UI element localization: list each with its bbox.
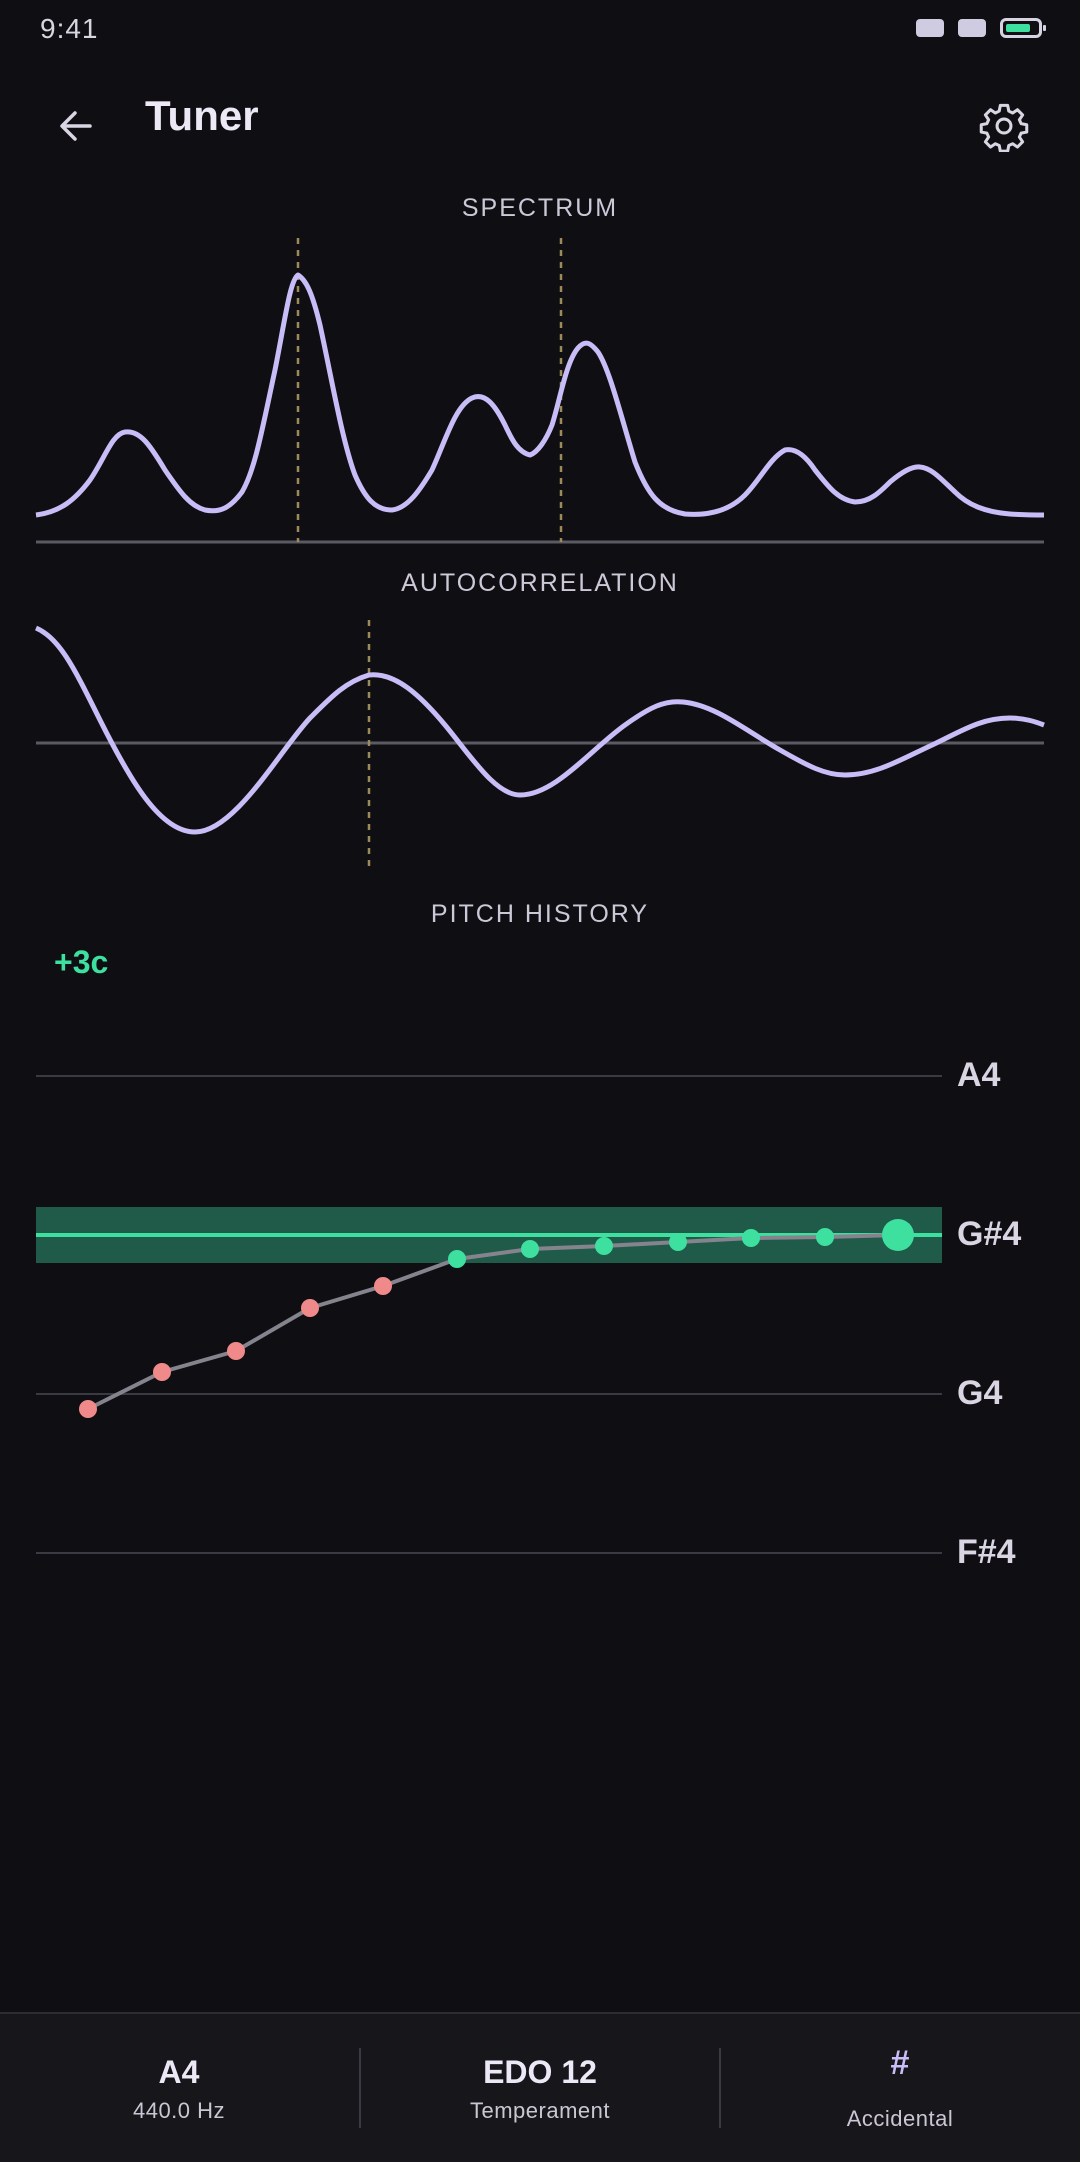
pitch-point: [521, 1240, 539, 1258]
temperament-label: Temperament: [469, 2098, 610, 2123]
spectrum-curve: [35, 272, 1045, 518]
spectrum-graph: [35, 238, 1045, 544]
note-label-gsharp4: G#4: [957, 1215, 1022, 1253]
page-title: Tuner: [145, 92, 259, 139]
gear-icon: [979, 103, 1029, 152]
settings-button[interactable]: [966, 88, 1042, 164]
back-button[interactable]: [40, 90, 112, 162]
pitch-point: [79, 1400, 97, 1418]
note-label-fsharp4: F#4: [957, 1533, 1016, 1571]
pitch-point: [448, 1250, 466, 1268]
pitch-point: [595, 1237, 613, 1255]
signal-icon: [916, 19, 944, 37]
pitch-point: [301, 1299, 319, 1317]
pitch-point: [153, 1363, 171, 1381]
status-time: 9:41: [40, 13, 99, 44]
accidental-label: Accidental: [846, 2106, 954, 2131]
reference-frequency: 440.0 Hz: [132, 2098, 226, 2123]
cents-deviation: +3c: [54, 944, 109, 980]
wifi-icon: [958, 19, 986, 37]
autocorrelation-graph: [34, 620, 1045, 870]
arrow-left-icon: [60, 111, 92, 141]
current-pitch-point: [882, 1219, 914, 1251]
battery-icon: [1000, 18, 1046, 38]
status-icons: [916, 18, 1046, 38]
autocorrelation-curve: [34, 625, 1045, 835]
temperament-value: EDO 12: [483, 2054, 597, 2090]
pitch-point: [742, 1229, 760, 1247]
pitch-point: [227, 1342, 245, 1360]
reference-note: A4: [158, 2054, 200, 2090]
spectrum-label: SPECTRUM: [461, 194, 619, 222]
pitch-point: [374, 1277, 392, 1295]
pitch-point: [816, 1228, 834, 1246]
bottom-bar: A4 440.0 Hz EDO 12 Temperament # Acciden…: [0, 2012, 1080, 2162]
app-bar: Tuner: [0, 70, 1080, 166]
sharp-icon: #: [890, 2044, 910, 2082]
note-label-a4: A4: [957, 1056, 1001, 1094]
pitch-history-label: PITCH HISTORY: [430, 900, 650, 928]
pitch-history-graph: [36, 1075, 942, 1554]
temperament-button[interactable]: EDO 12 Temperament: [361, 2014, 719, 2162]
status-bar: 9:41: [0, 0, 1080, 60]
note-label-g4: G4: [957, 1374, 1003, 1412]
autocorrelation-label: AUTOCORRELATION: [401, 569, 679, 597]
pitch-point: [669, 1233, 687, 1251]
accidental-button[interactable]: # Accidental: [721, 2014, 1079, 2162]
reference-pitch-button[interactable]: A4 440.0 Hz: [0, 2014, 358, 2162]
